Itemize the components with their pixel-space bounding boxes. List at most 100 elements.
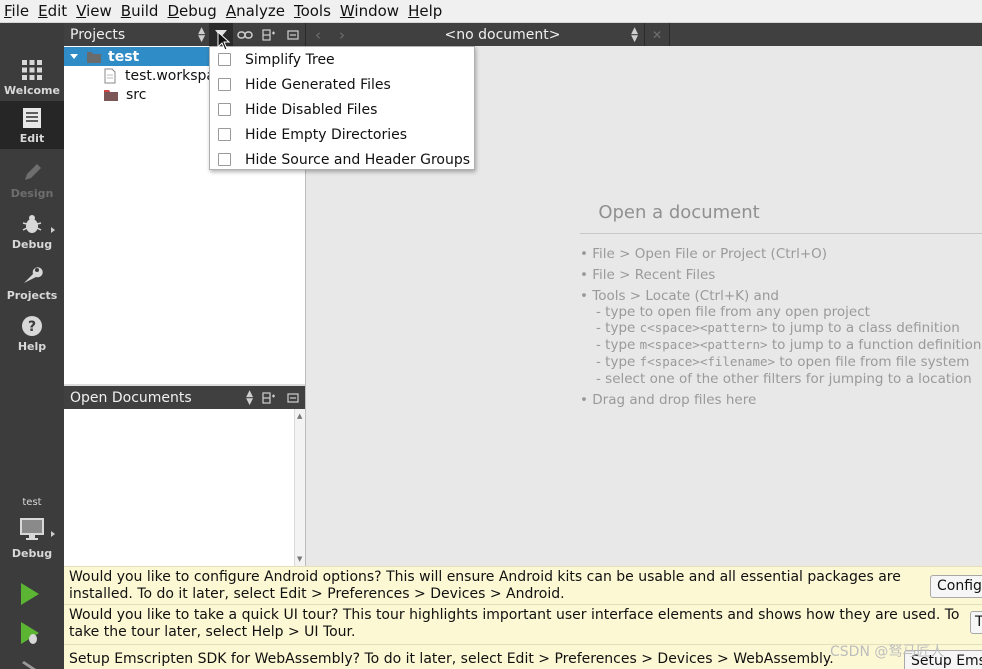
configure-android-button[interactable]: Configu — [930, 575, 982, 598]
split-button[interactable] — [257, 23, 281, 47]
document-selector[interactable]: <no document> — [354, 27, 631, 43]
divider — [580, 233, 982, 234]
hint-locate-class: - type c<space><pattern> to jump to a cl… — [596, 320, 960, 336]
mode-edit-label: Edit — [19, 132, 45, 145]
play-icon — [21, 583, 39, 605]
updown-icon[interactable]: ▲ ▼ — [246, 389, 253, 406]
split-icon — [262, 391, 275, 404]
mode-debug-label: Debug — [11, 238, 53, 251]
split-icon — [262, 29, 275, 41]
menu-tools[interactable]: Tools — [290, 0, 336, 23]
scroll-up-icon[interactable]: ▲ — [297, 412, 302, 420]
run-button[interactable] — [18, 581, 42, 607]
menu-view[interactable]: View — [72, 0, 117, 23]
filter-menu: Simplify Tree Hide Generated Files Hide … — [209, 46, 475, 170]
tree-item-label: test — [108, 48, 140, 65]
link-button[interactable] — [233, 23, 257, 47]
close-document-icon[interactable]: ✕ — [645, 23, 669, 47]
mode-design: Design — [0, 156, 64, 206]
android-info-bar: Would you like to configure Android opti… — [64, 566, 982, 604]
menu-item-hide-source-header-groups[interactable]: Hide Source and Header Groups — [210, 147, 474, 172]
kit-selector[interactable]: Debug — [0, 511, 64, 561]
ui-tour-info-text: Would you like to take a quick UI tour? … — [69, 607, 960, 640]
scroll-down-icon[interactable]: ▼ — [297, 555, 302, 563]
file-icon — [104, 68, 116, 83]
hint-recent-files: • File > Recent Files — [580, 267, 716, 283]
mode-welcome[interactable]: Welcome — [0, 53, 64, 103]
mode-projects[interactable]: Projects — [0, 258, 64, 308]
close-pane-button[interactable] — [281, 386, 305, 410]
mode-edit[interactable]: Edit — [0, 101, 64, 149]
mouse-cursor-icon — [217, 31, 231, 51]
mode-design-label: Design — [10, 187, 54, 200]
checkbox[interactable] — [218, 53, 231, 66]
hint-locate-filters: - select one of the other filters for ju… — [596, 371, 972, 387]
scrollbar[interactable]: ▲ ▼ — [294, 409, 305, 566]
projects-pane-header: Projects ▲ ▼ — [64, 23, 305, 47]
mode-bar: Welcome Edit Design Debug Projects ? Hel… — [0, 23, 64, 669]
help-icon: ? — [22, 316, 42, 336]
checkbox[interactable] — [218, 153, 231, 166]
editor-toolbar: ‹ › <no document> ▲ ▼ ✕ — [305, 23, 982, 47]
updown-icon[interactable]: ▲ ▼ — [631, 27, 638, 44]
hint-locate-open: - type to open file from any open projec… — [596, 304, 870, 320]
expand-arrow-icon[interactable] — [70, 54, 78, 59]
hint-locate-file: - type f<space><filename> to open file f… — [596, 354, 970, 370]
watermark: CSDN @驽马匠人 — [830, 644, 945, 660]
split-button[interactable] — [257, 386, 281, 410]
hint-locate-function: - type m<space><pattern> to jump to a fu… — [596, 337, 982, 353]
tree-item-label: src — [126, 86, 147, 103]
menu-window[interactable]: Window — [336, 0, 404, 23]
kit-mode-label: Debug — [11, 547, 53, 560]
open-document-title: Open a document — [598, 202, 760, 223]
take-tour-button[interactable]: T — [970, 611, 982, 634]
menu-item-hide-empty-dirs[interactable]: Hide Empty Directories — [210, 122, 474, 147]
build-button[interactable] — [18, 659, 42, 669]
grid-icon — [22, 60, 42, 80]
checkbox[interactable] — [218, 78, 231, 91]
menu-build[interactable]: Build — [117, 0, 164, 23]
wrench-icon — [24, 267, 43, 283]
nav-forward-icon[interactable]: › — [330, 23, 354, 47]
debug-run-button[interactable] — [18, 620, 42, 646]
mode-welcome-label: Welcome — [4, 84, 60, 97]
open-documents-list: ▲ ▼ — [64, 409, 305, 566]
svg-text:?: ? — [28, 319, 36, 335]
chevron-right-icon — [51, 531, 55, 537]
menu-item-hide-generated[interactable]: Hide Generated Files — [210, 72, 474, 97]
kit-project-name: test — [22, 497, 42, 508]
mode-debug[interactable]: Debug — [0, 207, 64, 257]
checkbox[interactable] — [218, 103, 231, 116]
mode-projects-label: Projects — [6, 289, 58, 302]
android-info-text: Would you like to configure Android opti… — [69, 569, 901, 602]
hint-locate: • Tools > Locate (Ctrl+K) and — [580, 288, 779, 304]
tree-item-label: test.workspa — [125, 67, 215, 84]
chevron-right-icon — [51, 227, 55, 233]
mode-help[interactable]: ? Help — [0, 309, 64, 359]
menu-analyze[interactable]: Analyze — [222, 0, 290, 23]
monitor-icon — [20, 518, 44, 540]
menu-debug[interactable]: Debug — [163, 0, 221, 23]
play-bug-icon — [21, 622, 39, 644]
hint-open-file: • File > Open File or Project (Ctrl+O) — [580, 246, 828, 262]
close-pane-icon — [287, 30, 299, 40]
open-documents-header: Open Documents ▲ ▼ — [64, 386, 305, 409]
close-pane-button[interactable] — [281, 23, 305, 47]
hint-drag-drop: • Drag and drop files here — [580, 392, 757, 408]
link-icon — [237, 31, 253, 39]
menu-help[interactable]: Help — [404, 0, 447, 23]
menu-edit[interactable]: Edit — [34, 0, 72, 23]
menu-bar: File Edit View Build Debug Analyze Tools… — [0, 0, 982, 23]
menu-item-simplify-tree[interactable]: Simplify Tree — [210, 47, 474, 72]
nav-back-icon[interactable]: ‹ — [306, 23, 330, 47]
updown-icon[interactable]: ▲ ▼ — [198, 27, 205, 44]
open-documents-title[interactable]: Open Documents — [64, 390, 246, 406]
close-pane-icon — [287, 392, 299, 403]
projects-pane-title[interactable]: Projects — [64, 27, 198, 43]
document-edit-icon — [23, 108, 41, 128]
checkbox[interactable] — [218, 128, 231, 141]
folder-icon — [87, 51, 101, 63]
menu-item-hide-disabled[interactable]: Hide Disabled Files — [210, 97, 474, 122]
menu-file[interactable]: File — [0, 0, 34, 23]
mode-help-label: Help — [17, 340, 47, 353]
